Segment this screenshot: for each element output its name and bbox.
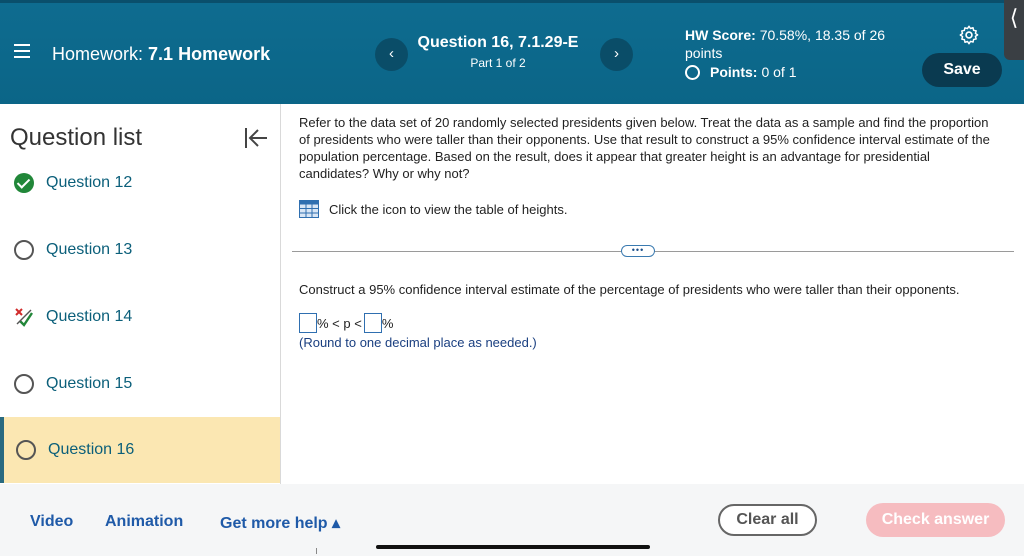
save-button[interactable]: Save: [922, 53, 1002, 87]
chevron-left-icon: ⟨: [1009, 5, 1019, 30]
hw-score-label: HW Score:: [685, 27, 756, 43]
check-answer-button[interactable]: Check answer: [866, 503, 1005, 537]
view-table-link[interactable]: Click the icon to view the table of heig…: [299, 200, 567, 218]
animation-link[interactable]: Animation: [105, 513, 183, 531]
partial-credit-icon: [15, 308, 33, 327]
question-label: Question 14: [46, 308, 133, 325]
question-part: Part 1 of 2: [470, 56, 526, 70]
tick-mark: [316, 548, 317, 554]
table-icon[interactable]: [299, 200, 319, 218]
next-question-button[interactable]: ›: [600, 38, 633, 71]
top-bar: Homework: 7.1 Homework ‹ Question 16, 7.…: [0, 0, 1024, 104]
more-icon[interactable]: •••: [621, 245, 655, 257]
radio-icon: [685, 64, 700, 80]
clear-all-button[interactable]: Clear all: [718, 504, 817, 536]
question-list-title: Question list: [10, 124, 143, 151]
part-instruction: Construct a 95% confidence interval esti…: [299, 282, 960, 297]
question-list-item-13[interactable]: Question 13: [0, 217, 280, 283]
question-list-item-15[interactable]: Question 15: [0, 351, 280, 417]
table-link-label: Click the icon to view the table of heig…: [329, 201, 568, 217]
question-title: Question 16, 7.1.29-E: [417, 34, 579, 51]
points: Points: 0 of 1: [685, 64, 796, 80]
homework-prefix: Homework:: [52, 44, 144, 64]
chevron-left-icon: ‹: [389, 45, 394, 62]
question-content: Refer to the data set of 20 randomly sel…: [282, 104, 1024, 484]
radio-icon: [14, 240, 34, 260]
question-label: Question 12: [46, 174, 133, 191]
rounding-note: (Round to one decimal place as needed.): [299, 335, 537, 350]
confidence-interval-answer: % < p < %: [299, 313, 393, 333]
question-label: Question 13: [46, 241, 133, 258]
collapse-sidebar-icon[interactable]: [243, 126, 269, 150]
points-value: 0 of 1: [761, 64, 797, 80]
lower-bound-input[interactable]: [299, 313, 317, 333]
menu-icon[interactable]: [14, 44, 30, 58]
hw-score: HW Score: 70.58%, 18.35 of 26 points: [685, 26, 895, 62]
side-panel-tab[interactable]: ⟨: [1004, 0, 1024, 60]
radio-icon: [16, 440, 36, 460]
homework-name: 7.1 Homework: [148, 44, 271, 64]
question-list-item-14[interactable]: Question 14: [0, 284, 280, 350]
question-prompt: Refer to the data set of 20 randomly sel…: [299, 115, 990, 181]
top-border: [0, 0, 1024, 3]
question-list-item-12[interactable]: Question 12: [0, 150, 280, 216]
check-circle-icon: [14, 173, 34, 193]
chevron-right-icon: ›: [614, 45, 619, 62]
question-list-panel: Question list Question 12 Question 13 Qu…: [0, 104, 281, 484]
percent-sign: %: [381, 315, 394, 331]
upper-bound-input[interactable]: [363, 313, 382, 333]
home-indicator: [376, 545, 650, 549]
gear-icon[interactable]: [958, 24, 980, 46]
inequality-text: % < p <: [317, 315, 362, 331]
homework-title: Homework: 7.1 Homework: [52, 44, 270, 65]
question-label: Question 15: [46, 375, 133, 392]
question-list-item-16[interactable]: Question 16: [0, 417, 280, 483]
points-label: Points:: [710, 64, 758, 80]
radio-icon: [14, 374, 34, 394]
question-label: Question 16: [48, 441, 135, 458]
get-more-help-link[interactable]: Get more help ▴: [220, 513, 340, 533]
video-link[interactable]: Video: [30, 513, 73, 531]
previous-question-button[interactable]: ‹: [375, 38, 408, 71]
